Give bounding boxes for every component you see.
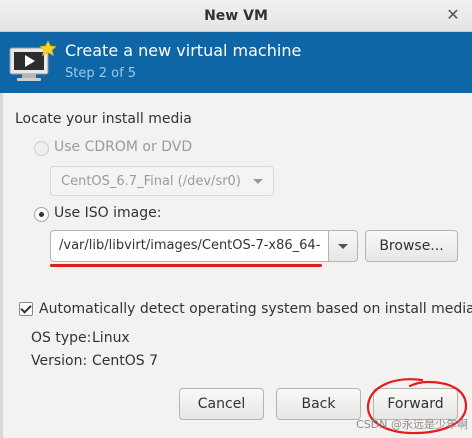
- iso-path-value: /var/lib/libvirt/images/CentOS-7-x86_64-: [59, 238, 321, 253]
- auto-detect-label: Automatically detect operating system ba…: [39, 301, 472, 317]
- cancel-button[interactable]: Cancel: [179, 388, 264, 420]
- dialog-left-border: [0, 93, 3, 438]
- chevron-down-icon: [338, 244, 348, 249]
- iso-radio[interactable]: [34, 207, 49, 222]
- os-version-label: Version:: [31, 353, 88, 369]
- os-type-label: OS type:: [31, 330, 92, 346]
- title-bar: New VM ✕: [0, 0, 472, 32]
- os-type-value: Linux: [92, 330, 130, 346]
- watermark-text: CSDN @永远是少年啊: [356, 418, 468, 431]
- red-underline-annotation: [50, 264, 322, 267]
- auto-detect-checkbox[interactable]: [19, 302, 33, 316]
- close-icon[interactable]: ✕: [444, 6, 462, 24]
- banner-title: Create a new virtual machine: [65, 41, 302, 60]
- banner-step: Step 2 of 5: [65, 66, 137, 81]
- back-button[interactable]: Back: [276, 388, 361, 420]
- virtual-machine-icon: [9, 40, 56, 81]
- install-media-heading: Locate your install media: [15, 111, 192, 127]
- cdrom-radio[interactable]: [34, 141, 49, 156]
- browse-button[interactable]: Browse...: [365, 230, 458, 262]
- chevron-down-icon: [253, 179, 263, 184]
- os-version-value: CentOS 7: [92, 353, 159, 369]
- cdrom-device-select[interactable]: CentOS_6.7_Final (/dev/sr0): [50, 166, 274, 196]
- iso-label: Use ISO image:: [54, 205, 162, 221]
- iso-path-dropdown-button[interactable]: [328, 230, 358, 262]
- cdrom-device-value: CentOS_6.7_Final (/dev/sr0): [61, 174, 241, 189]
- wizard-banner: Create a new virtual machine Step 2 of 5: [0, 32, 472, 93]
- iso-path-input[interactable]: /var/lib/libvirt/images/CentOS-7-x86_64-: [50, 230, 329, 262]
- cdrom-label: Use CDROM or DVD: [54, 139, 193, 155]
- window-title: New VM: [204, 7, 268, 24]
